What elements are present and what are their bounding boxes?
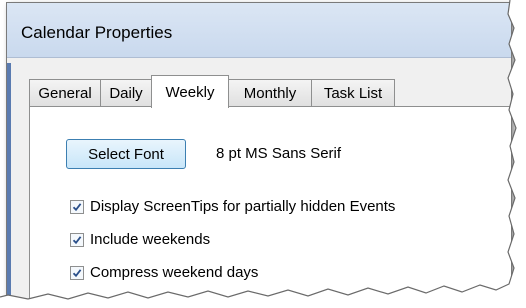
torn-edge-decoration [0,0,526,308]
tab-weekly-label: Weekly [165,83,215,101]
tab-weekly[interactable]: Weekly [151,75,229,108]
